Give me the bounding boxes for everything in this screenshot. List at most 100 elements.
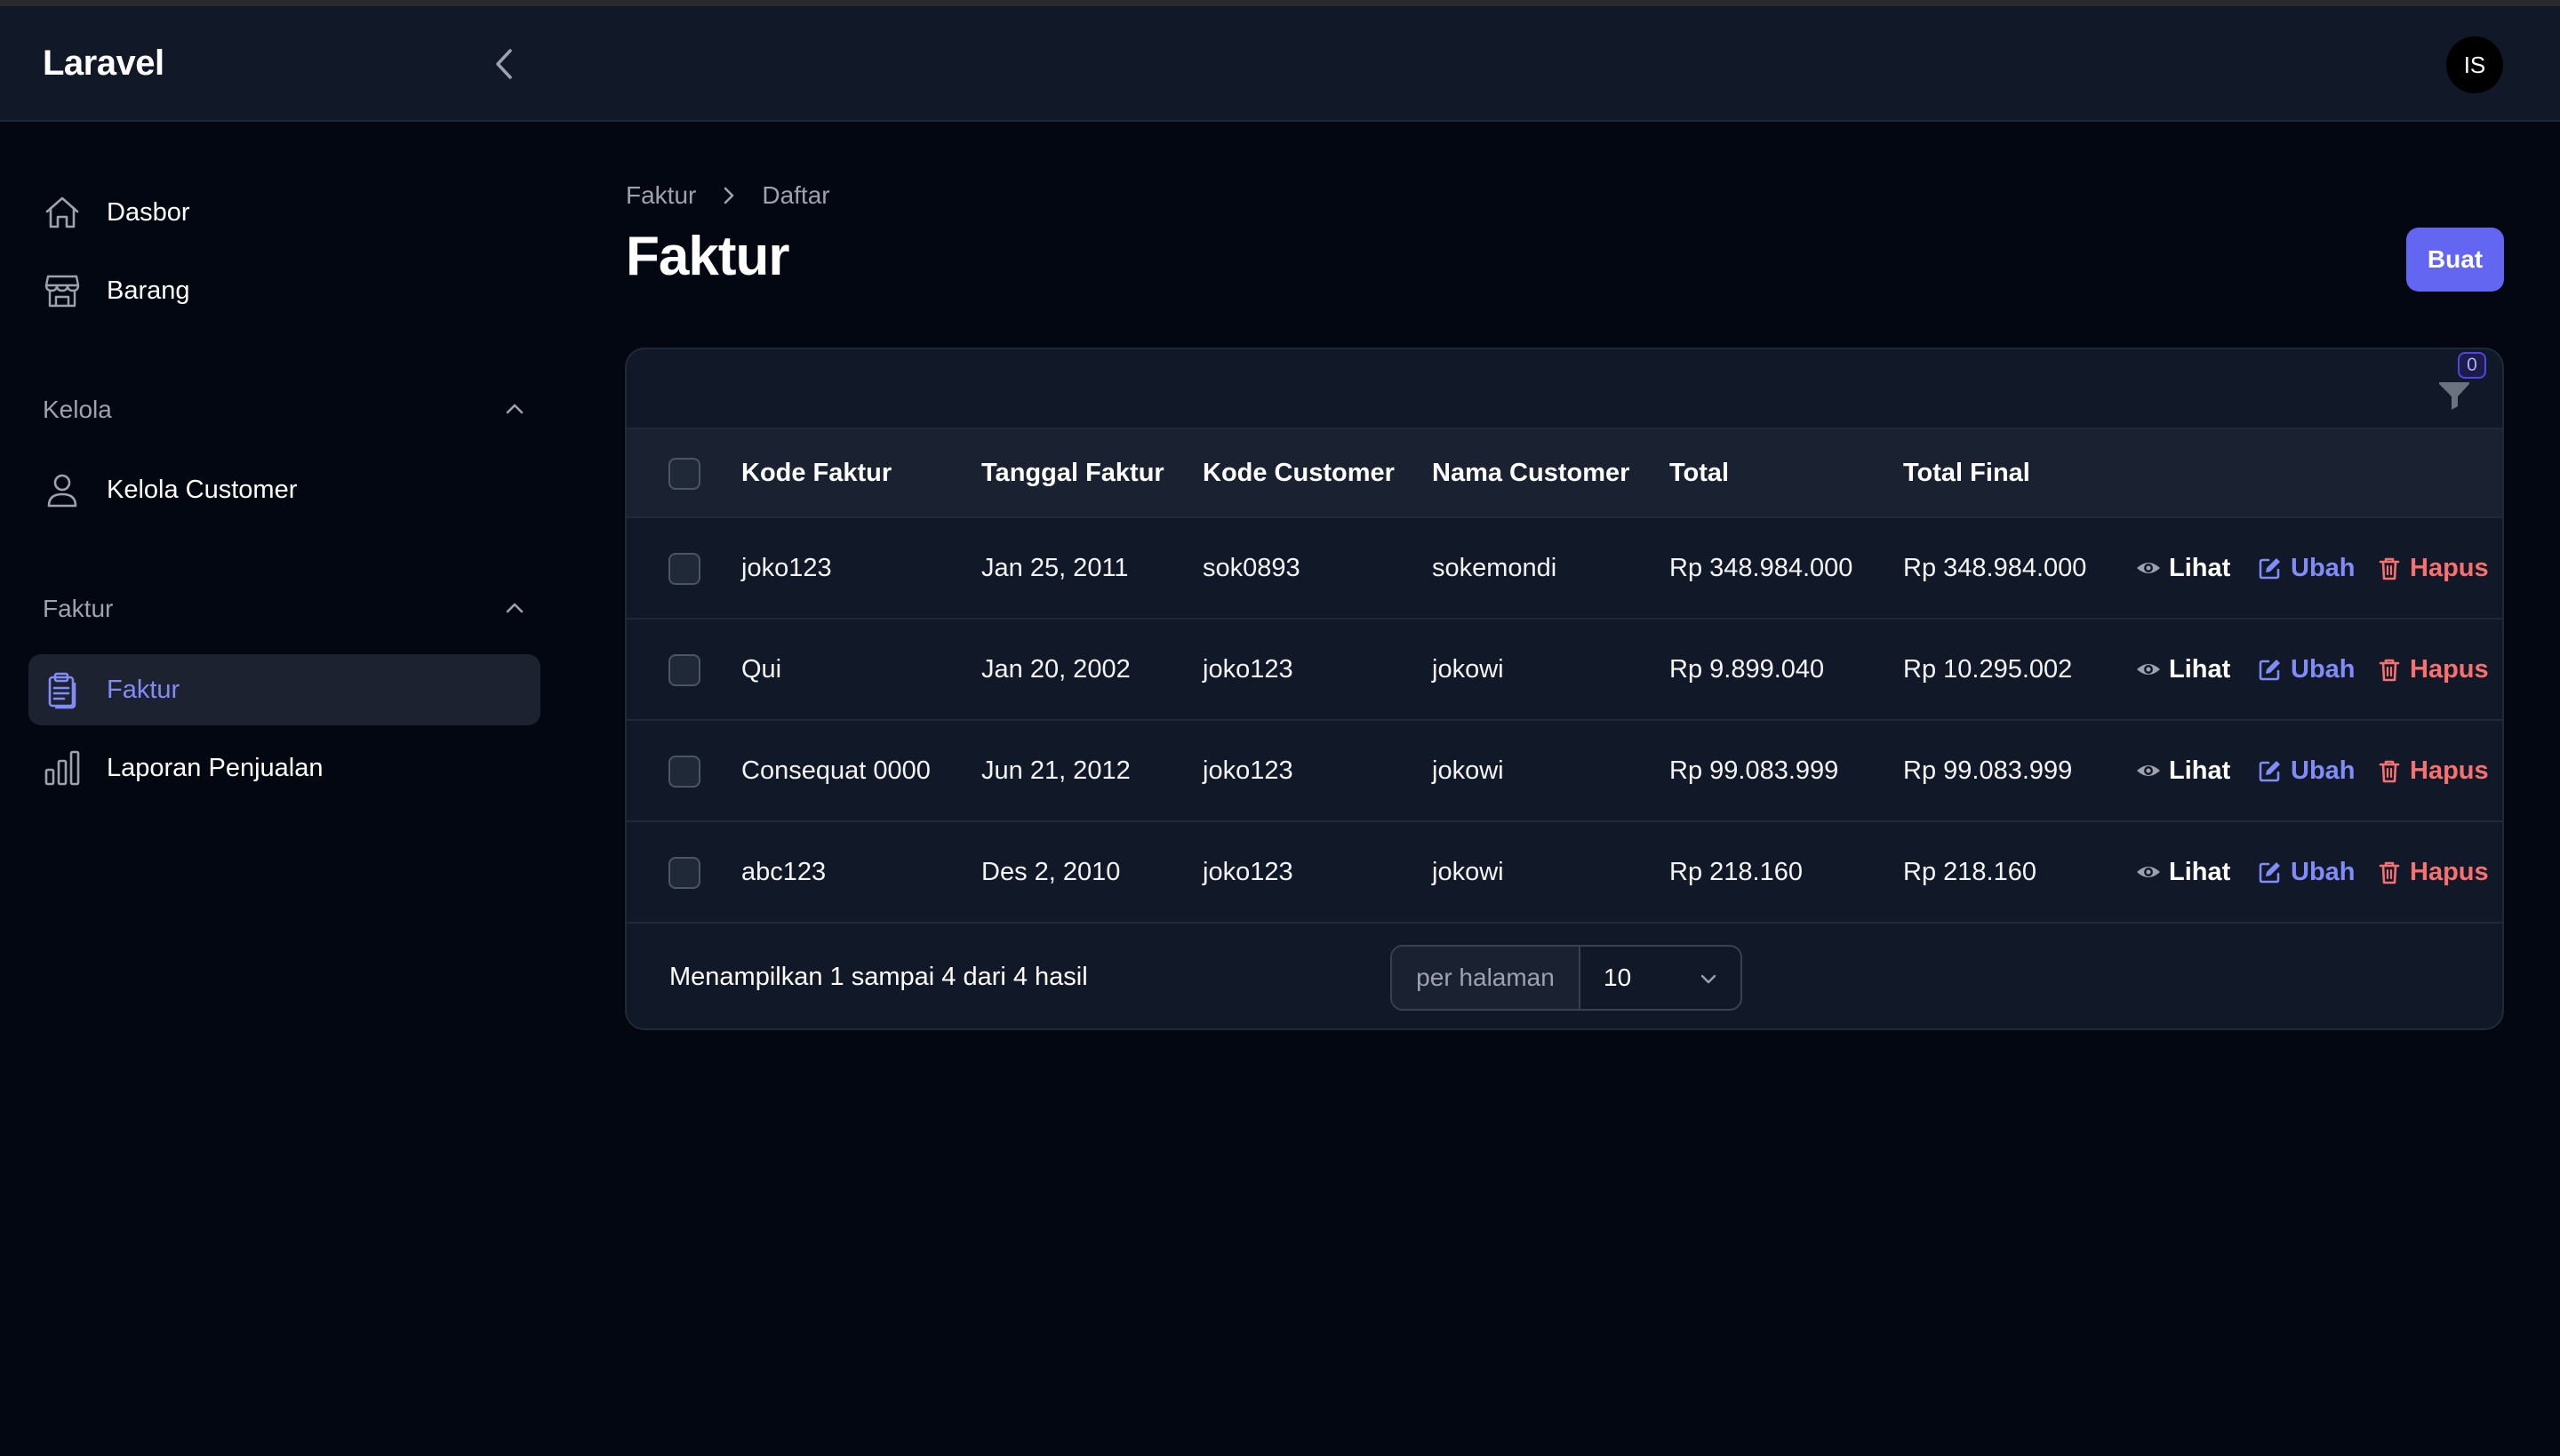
sidebar-group-label: Kelola — [43, 396, 112, 423]
row-checkbox[interactable] — [668, 553, 700, 585]
select-all-checkbox[interactable] — [668, 458, 700, 490]
cell-total-final: Rp 99.083.999 — [1903, 756, 2073, 785]
edit-action[interactable]: Ubah — [2257, 620, 2356, 719]
trash-icon — [2379, 760, 2400, 783]
sidebar-item-label: Kelola Customer — [107, 475, 298, 504]
cell-total-final: Rp 10.295.002 — [1903, 654, 2073, 684]
cell-total: Rp 348.984.000 — [1669, 553, 1853, 582]
store-icon — [44, 275, 80, 308]
eye-icon — [2137, 664, 2160, 675]
eye-icon — [2137, 867, 2160, 877]
pagination-bar: Menampilkan 1 sampai 4 dari 4 hasil per … — [627, 924, 2502, 1028]
sidebar-item-label: Laporan Penjualan — [107, 753, 324, 782]
window-top-edge — [0, 0, 2560, 6]
table-toolbar: 0 — [627, 349, 2502, 429]
delete-action[interactable]: Hapus — [2376, 822, 2489, 922]
chevron-left-icon — [496, 49, 512, 79]
cell-kode-faktur: joko123 — [741, 553, 832, 582]
bar-chart-icon — [44, 750, 80, 786]
trash-icon — [2379, 659, 2400, 682]
user-icon — [47, 474, 77, 508]
create-button[interactable]: Buat — [2406, 228, 2504, 292]
per-page-label: per halaman — [1392, 947, 1580, 1009]
user-avatar[interactable]: IS — [2446, 36, 2503, 93]
table-row: abc123 Des 2, 2010 joko123 jokowi Rp 218… — [627, 822, 2502, 924]
cell-total: Rp 99.083.999 — [1669, 756, 1839, 785]
sidebar-group-kelola[interactable]: Kelola — [43, 388, 528, 433]
edit-action-label: Ubah — [2291, 654, 2356, 684]
trash-icon — [2379, 557, 2400, 580]
cell-kode-faktur: Qui — [741, 654, 782, 684]
cell-kode-customer: joko123 — [1203, 654, 1293, 684]
edit-action-label: Ubah — [2291, 553, 2356, 582]
column-header-kode-customer[interactable]: Kode Customer — [1203, 429, 1395, 516]
per-page-value: 10 — [1604, 964, 1632, 991]
column-header-total-final[interactable]: Total Final — [1903, 429, 2030, 516]
row-checkbox[interactable] — [668, 857, 700, 889]
delete-action-label: Hapus — [2410, 654, 2489, 684]
sidebar-item-laporan-penjualan[interactable]: Laporan Penjualan — [28, 732, 540, 804]
cell-total-final: Rp 348.984.000 — [1903, 553, 2087, 582]
row-checkbox[interactable] — [668, 756, 700, 788]
trash-icon — [2379, 861, 2400, 884]
cell-nama-customer: jokowi — [1432, 756, 1504, 785]
cell-kode-customer: joko123 — [1203, 756, 1293, 785]
sidebar-group-faktur[interactable]: Faktur — [43, 588, 528, 632]
sidebar-item-kelola-customer[interactable]: Kelola Customer — [28, 454, 540, 525]
sidebar-item-label: Dasbor — [107, 197, 190, 227]
per-page-select[interactable]: 10 — [1582, 947, 1740, 1009]
cell-kode-customer: joko123 — [1203, 857, 1293, 886]
breadcrumb: Faktur Daftar — [626, 178, 830, 213]
view-action-label: Lihat — [2169, 553, 2231, 582]
breadcrumb-parent-link[interactable]: Faktur — [626, 181, 696, 210]
view-action[interactable]: Lihat — [2135, 721, 2230, 820]
pencil-square-icon — [2259, 660, 2280, 681]
cell-nama-customer: jokowi — [1432, 857, 1504, 886]
column-header-tanggal-faktur[interactable]: Tanggal Faktur — [981, 429, 1164, 516]
table-header: Kode Faktur Tanggal Faktur Kode Customer… — [627, 429, 2502, 518]
view-action[interactable]: Lihat — [2135, 518, 2230, 618]
cell-kode-customer: sok0893 — [1203, 553, 1300, 582]
column-header-total[interactable]: Total — [1669, 429, 1729, 516]
delete-action-label: Hapus — [2410, 553, 2489, 582]
column-header-kode-faktur[interactable]: Kode Faktur — [741, 429, 892, 516]
sidebar-group-label: Faktur — [43, 595, 114, 622]
sidebar: Dasbor Barang Kelola Kelola Customer Fak… — [0, 124, 569, 1456]
row-checkbox[interactable] — [668, 654, 700, 686]
sidebar-item-barang[interactable]: Barang — [28, 255, 540, 326]
chevron-right-icon — [724, 187, 734, 204]
cell-nama-customer: jokowi — [1432, 654, 1504, 684]
view-action[interactable]: Lihat — [2135, 620, 2230, 719]
sidebar-item-label: Barang — [107, 276, 190, 305]
table-row: joko123 Jan 25, 2011 sok0893 sokemondi R… — [627, 518, 2502, 620]
column-header-nama-customer[interactable]: Nama Customer — [1432, 429, 1629, 516]
view-action[interactable]: Lihat — [2135, 822, 2230, 922]
sidebar-item-faktur[interactable]: Faktur — [28, 654, 540, 725]
edit-action[interactable]: Ubah — [2257, 822, 2356, 922]
delete-action-label: Hapus — [2410, 857, 2489, 886]
chevron-down-icon — [1700, 974, 1716, 984]
view-action-label: Lihat — [2169, 857, 2231, 886]
home-icon — [45, 196, 79, 228]
cell-total-final: Rp 218.160 — [1903, 857, 2036, 886]
collapse-sidebar-button[interactable] — [487, 44, 523, 84]
cell-total: Rp 218.160 — [1669, 857, 1803, 886]
chevron-up-icon — [506, 603, 524, 613]
edit-action-label: Ubah — [2291, 857, 2356, 886]
edit-action[interactable]: Ubah — [2257, 721, 2356, 820]
delete-action[interactable]: Hapus — [2376, 721, 2489, 820]
cell-tanggal-faktur: Jan 20, 2002 — [981, 654, 1131, 684]
top-bar: Laravel IS — [0, 6, 2560, 122]
delete-action[interactable]: Hapus — [2376, 620, 2489, 719]
table-row: Qui Jan 20, 2002 joko123 jokowi Rp 9.899… — [627, 620, 2502, 721]
delete-action[interactable]: Hapus — [2376, 518, 2489, 618]
delete-action-label: Hapus — [2410, 756, 2489, 785]
edit-action[interactable]: Ubah — [2257, 518, 2356, 618]
cell-nama-customer: sokemondi — [1432, 553, 1557, 582]
cell-kode-faktur: Consequat 0000 — [741, 756, 931, 785]
eye-icon — [2137, 765, 2160, 776]
sidebar-item-dasbor[interactable]: Dasbor — [28, 177, 540, 248]
sidebar-item-label: Faktur — [107, 675, 180, 704]
clipboard-icon — [48, 672, 76, 709]
brand-logo[interactable]: Laravel — [43, 44, 164, 84]
